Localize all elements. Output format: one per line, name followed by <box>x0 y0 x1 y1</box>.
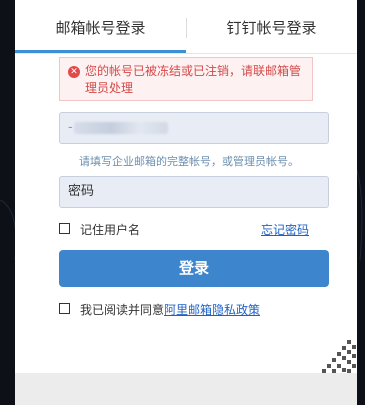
error-message: 您的帐号已被冻结或已注销，请联邮箱管理员处理 <box>85 64 302 95</box>
privacy-policy-link[interactable]: 阿里邮箱隐私政策 <box>164 303 260 317</box>
tab-email-login[interactable]: 邮箱帐号登录 <box>15 0 186 53</box>
agree-policy-text: 我已阅读并同意阿里邮箱隐私政策 <box>80 301 260 318</box>
password-placeholder: 密码 <box>68 184 95 199</box>
tab-dingtalk-login[interactable]: 钉钉帐号登录 <box>186 0 357 53</box>
active-tab-indicator <box>15 50 186 53</box>
error-icon: ✕ <box>68 66 80 78</box>
agree-policy-checkbox[interactable] <box>59 303 70 314</box>
forgot-password-link[interactable]: 忘记密码 <box>261 221 309 238</box>
agree-prefix: 我已阅读并同意 <box>80 303 165 317</box>
login-panel: 邮箱帐号登录 钉钉帐号登录 ✕ 您的帐号已被冻结或已注销，请联邮箱管理员处理 -… <box>15 0 357 405</box>
blurred-email <box>74 122 168 134</box>
remember-username-checkbox[interactable] <box>59 223 70 234</box>
footer-strip <box>15 373 357 405</box>
remember-username-label: 记住用户名 <box>80 223 141 237</box>
password-field[interactable]: 密码 <box>59 176 329 208</box>
error-message-box: ✕ 您的帐号已被冻结或已注销，请联邮箱管理员处理 <box>59 57 313 101</box>
login-button[interactable]: 登录 <box>59 250 329 287</box>
qr-code-icon[interactable] <box>311 336 357 373</box>
email-field[interactable]: - <box>59 112 329 144</box>
email-value: - <box>68 120 73 135</box>
login-tabs: 邮箱帐号登录 钉钉帐号登录 <box>15 0 357 54</box>
email-hint: 请填写企业邮箱的完整帐号，或管理员帐号。 <box>79 155 299 168</box>
